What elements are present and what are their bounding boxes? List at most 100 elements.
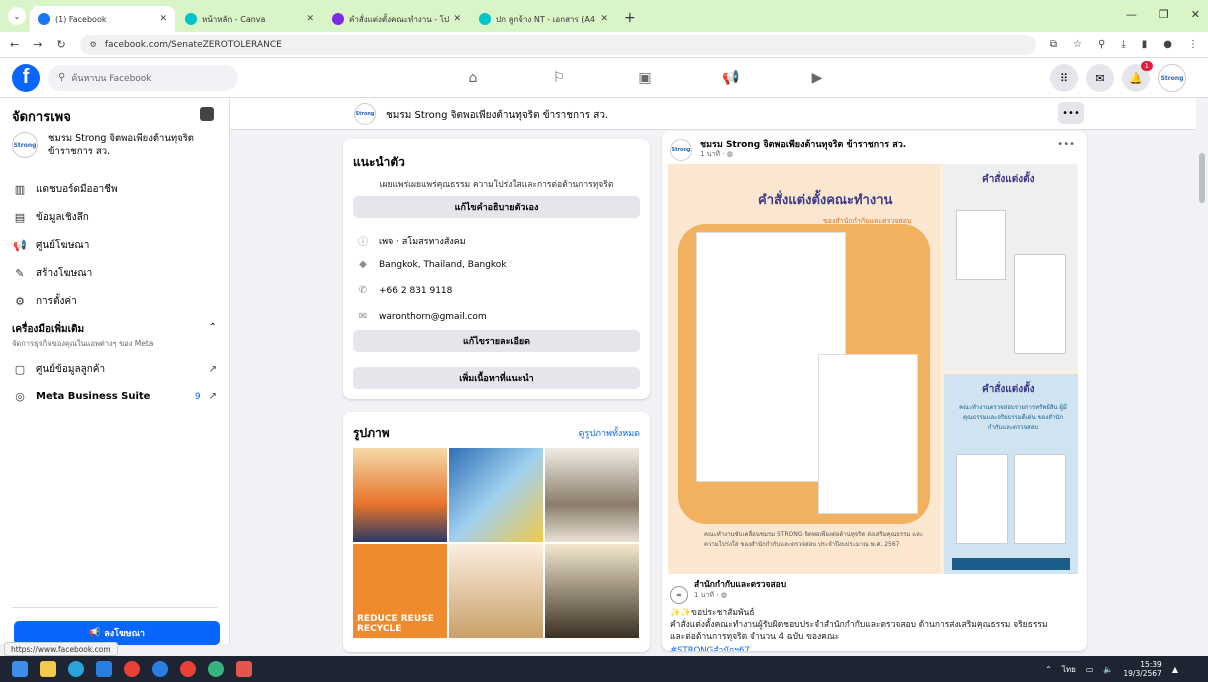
edit-bio-button[interactable]: แก้ไขคำอธิบายตัวเอง	[353, 196, 640, 218]
facebook-logo-icon[interactable]: f	[12, 63, 40, 92]
new-tab-button[interactable]: +	[624, 10, 636, 26]
canva-favicon-icon	[479, 13, 491, 25]
watch-video-nav-icon[interactable]: ▶	[774, 58, 860, 98]
forward-icon[interactable]: →	[33, 38, 42, 51]
facebook-search-input[interactable]: ⚲ ค้นหาบน Facebook	[48, 64, 238, 91]
post-time[interactable]: 1 นาที · ◍	[700, 149, 733, 160]
chevron-up-icon[interactable]: ⌃	[209, 322, 217, 333]
account-avatar[interactable]: Strong	[1158, 64, 1186, 92]
photo-thumbnail[interactable]	[353, 448, 447, 542]
sidebar-item-label: สร้างโฆษณา	[36, 268, 93, 279]
photo-thumbnail[interactable]	[449, 448, 543, 542]
email-text: waronthorn@gmail.com	[379, 311, 487, 322]
chrome-icon[interactable]	[124, 661, 140, 677]
app-icon[interactable]	[152, 661, 168, 677]
photo-thumbnail[interactable]: REDUCE REUSE RECYCLE	[353, 544, 447, 638]
close-tab-icon[interactable]: ✕	[600, 14, 608, 24]
sidebar-item-meta-business-suite[interactable]: ◎ Meta Business Suite 9 ↗	[12, 390, 217, 403]
shared-time[interactable]: 1 นาที · ◍	[694, 590, 727, 601]
photo-thumbnail[interactable]	[545, 448, 639, 542]
browser-tab-facebook[interactable]: (1) Facebook ✕	[30, 6, 175, 32]
line-icon[interactable]	[208, 661, 224, 677]
hashtag-link[interactable]: #STRONGสำนักฯ67	[670, 643, 750, 651]
clock[interactable]: 15:39 19/3/2567	[1123, 660, 1161, 678]
network-icon[interactable]: ▭	[1086, 665, 1094, 674]
shared-text-line: คำสั่งแต่งตั้งคณะทำงานผู้รับผิดชอบประจำส…	[670, 620, 1048, 630]
tab-search-icon[interactable]: ⌄	[8, 7, 26, 25]
sidebar-page-profile[interactable]: Strong ชมรม Strong จิตพอเพียงต้านทุจริต …	[12, 132, 222, 158]
chrome-icon[interactable]	[180, 661, 196, 677]
post-options-icon[interactable]: •••	[1057, 139, 1075, 150]
photo-thumbnail[interactable]	[545, 544, 639, 638]
pdf-icon[interactable]	[236, 661, 252, 677]
bookmark-star-icon[interactable]: ☆	[1073, 39, 1082, 50]
close-tab-icon[interactable]: ✕	[159, 14, 167, 24]
ads-megaphone-nav-icon[interactable]: 📢	[688, 58, 774, 98]
notifications-bell-icon[interactable]: 🔔 1	[1122, 61, 1153, 92]
more-options-button[interactable]: •••	[1058, 102, 1084, 124]
back-icon[interactable]: ←	[10, 38, 19, 51]
page-avatar[interactable]: Strong	[354, 103, 376, 125]
add-featured-button[interactable]: เพิ่มเนื้อหาที่แนะนำ	[353, 367, 640, 389]
location-text: Bangkok, Thailand, Bangkok	[379, 259, 507, 270]
notification-icon[interactable]: ▲	[1172, 665, 1178, 674]
scrollbar-thumb[interactable]	[1199, 153, 1205, 203]
post-image[interactable]: คำสั่งแต่งตั้งคณะทำงาน ของสำนักกำกับและต…	[668, 164, 1078, 574]
post-author-avatar[interactable]: Strong	[670, 139, 692, 161]
megaphone-icon: 📢	[13, 239, 27, 252]
edge-icon[interactable]	[68, 661, 84, 677]
see-all-photos-link[interactable]: ดูรูปภาพทั้งหมด	[579, 426, 640, 440]
collapse-sidebar-icon[interactable]	[200, 107, 214, 121]
home-nav-icon[interactable]: ⌂	[430, 58, 516, 98]
browser-menu-icon[interactable]: ⋮	[1188, 39, 1198, 50]
sidebar-item-ad-center[interactable]: 📢 ศูนย์โฆษณา	[12, 238, 217, 253]
poster-main-panel: คำสั่งแต่งตั้งคณะทำงาน ของสำนักกำกับและต…	[668, 164, 940, 574]
location-icon: ◆	[359, 259, 367, 270]
page-scrollbar[interactable]	[1196, 98, 1208, 644]
sidebar-divider	[12, 607, 218, 608]
sidebar-title: จัดการเพจ	[12, 110, 71, 125]
messenger-icon[interactable]: ✉	[1086, 64, 1114, 92]
chevron-up-icon[interactable]: ⌃	[1045, 665, 1052, 674]
shared-author-avatar[interactable]: ∞	[670, 586, 688, 604]
facebook-main-nav: ⌂ ⚐ ▣ 📢 ▶	[430, 58, 860, 98]
close-tab-icon[interactable]: ✕	[453, 14, 461, 24]
reload-icon[interactable]: ↻	[56, 38, 65, 51]
store-icon[interactable]	[96, 661, 112, 677]
extensions-icon[interactable]: ⚲	[1098, 39, 1105, 50]
restore-icon[interactable]: ❐	[1159, 8, 1169, 21]
marketplace-nav-icon[interactable]: ▣	[602, 58, 688, 98]
profile-icon[interactable]: ●	[1163, 39, 1172, 50]
translate-icon[interactable]: ⧉	[1050, 39, 1057, 50]
browser-tab-poster[interactable]: คำสั่งแต่งตั้งคณะทำงาน - โปสเตอร์ ✕	[324, 6, 469, 32]
windows-start-icon[interactable]	[12, 661, 28, 677]
input-language[interactable]: ไทย	[1062, 663, 1076, 676]
more-tools-header[interactable]: เครื่องมือเพิ่มเติม ⌃	[12, 322, 217, 337]
file-explorer-icon[interactable]	[40, 661, 56, 677]
info-icon: ⓘ	[358, 237, 368, 248]
page-name[interactable]: ชมรม Strong จิตพอเพียงต้านทุจริต ข้าราชก…	[386, 108, 608, 123]
browser-tab-document[interactable]: ปก ลูกจ้าง NT - เอกสาร (A4) ✕	[471, 6, 616, 32]
browser-tab-canva[interactable]: หน้าหลัก - Canva ✕	[177, 6, 322, 32]
close-tab-icon[interactable]: ✕	[306, 14, 314, 24]
pages-flag-nav-icon[interactable]: ⚐	[516, 58, 602, 98]
sidebar-item-create-ad[interactable]: ✎ สร้างโฆษณา	[12, 266, 217, 281]
download-icon[interactable]: ⤓	[1121, 39, 1125, 50]
sidebar-item-dashboard[interactable]: ▥ แดชบอร์ดมืออาชีพ	[12, 182, 217, 197]
photo-thumbnail[interactable]	[449, 544, 543, 638]
site-info-icon[interactable]: ⚙	[90, 40, 97, 49]
sidebar-item-customer-center[interactable]: ▢ ศูนย์ข้อมูลลูกค้า ↗	[12, 362, 217, 377]
shared-author[interactable]: สำนักกำกับและตรวจสอบ	[694, 577, 786, 591]
edit-details-button[interactable]: แก้ไขรายละเอียด	[353, 330, 640, 352]
close-window-icon[interactable]: ✕	[1191, 8, 1200, 21]
sidebar-item-settings[interactable]: ⚙ การตั้งค่า	[12, 294, 217, 309]
external-link-icon: ↗	[208, 364, 217, 375]
volume-icon[interactable]: 🔈	[1103, 665, 1113, 674]
minimize-icon[interactable]: —	[1126, 8, 1137, 21]
url-field[interactable]: ⚙ facebook.com/SenateZEROTOLERANCE	[79, 34, 1036, 55]
sidepanel-icon[interactable]: ▮	[1142, 39, 1148, 50]
sidebar-item-insights[interactable]: ▤ ข้อมูลเชิงลึก	[12, 210, 217, 225]
edit-bio-label: แก้ไขคำอธิบายตัวเอง	[454, 203, 539, 213]
menu-grid-icon[interactable]: ⠿	[1050, 64, 1078, 92]
shared-text-line: และต่อต้านการทุจริต จำนวน 4 ฉบับ ของคณะ	[670, 632, 840, 642]
